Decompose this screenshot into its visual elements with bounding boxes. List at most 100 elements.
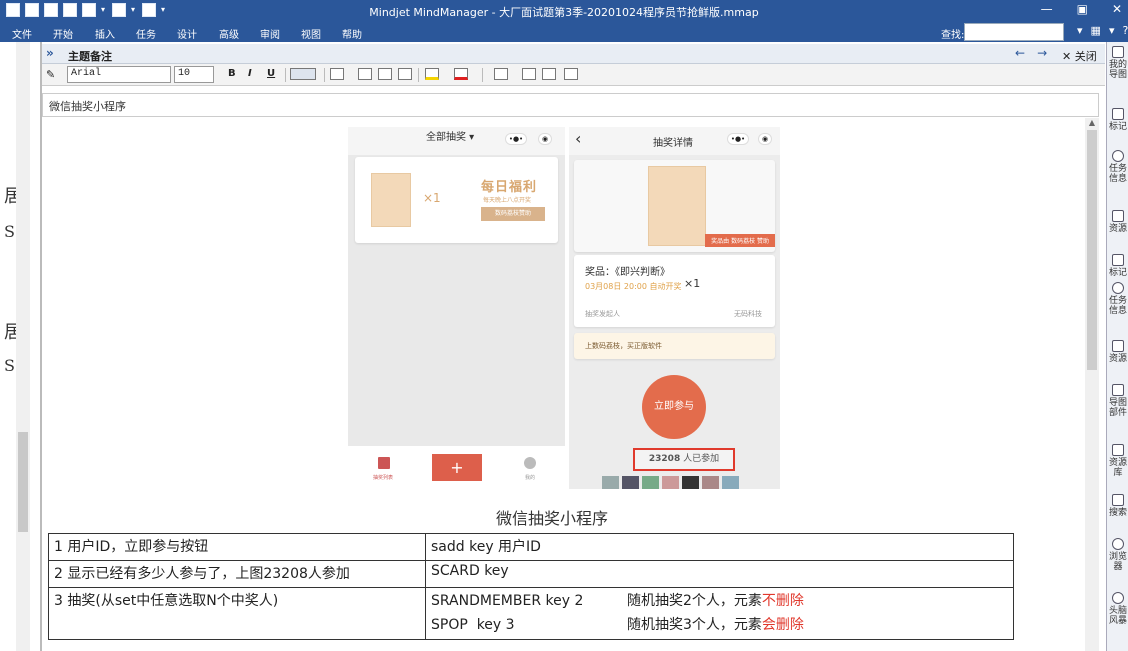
sidebar-item-brainstorm[interactable]: 头脑风暴 <box>1109 592 1127 626</box>
ad-text: 上数码荔枝，买正版软件 <box>585 342 662 350</box>
tab-view[interactable]: 视图 <box>301 26 321 41</box>
bold-button[interactable]: B <box>228 68 236 79</box>
format-painter-icon[interactable]: ✎ <box>46 68 60 81</box>
search-options-icon[interactable]: ▾ <box>1077 24 1083 37</box>
command-text: SPOP key 3 <box>431 617 515 633</box>
command-line: SRANDMEMBER key 2 随机抽奖2个人，元素不删除 <box>431 590 1008 610</box>
underline-button[interactable]: U <box>267 68 275 79</box>
list-tab-label: 抽奖列表 <box>373 475 394 481</box>
sidebar-item-my-maps[interactable]: 我的导图 <box>1109 46 1127 80</box>
add-lottery-button: + <box>432 454 482 481</box>
font-color-icon[interactable] <box>454 68 468 80</box>
target-icon: ◉ <box>538 133 552 145</box>
notes-scrollbar[interactable]: ▲ <box>1085 118 1099 651</box>
sidebar-item-resources-2[interactable]: 资源 <box>1109 340 1127 364</box>
prize-info-card: 奖品：《即兴判断》 ×1 03月08日 20:00 自动开奖 抽奖发起人 无码科… <box>574 255 775 327</box>
table-cell[interactable]: sadd key 用户ID <box>425 533 1014 561</box>
person-icon <box>1112 210 1124 222</box>
map-scrollbar-thumb[interactable] <box>18 432 28 532</box>
layout-icon[interactable]: ▦ <box>1091 24 1101 37</box>
table-row: 1 用户ID，立即参与按钮 sadd key 用户ID <box>48 533 1014 561</box>
sidebar-item-library[interactable]: 资源库 <box>1109 444 1127 478</box>
sidebar-label: 资源 <box>1109 354 1128 364</box>
search-input[interactable] <box>964 23 1064 41</box>
sidebar-item-task-info-2[interactable]: 任务信息 <box>1109 282 1127 316</box>
scroll-up-icon[interactable]: ▲ <box>1085 118 1099 130</box>
italic-button[interactable]: I <box>248 68 252 79</box>
numbered-list-icon[interactable] <box>330 68 344 80</box>
font-family-select[interactable]: Arial <box>67 66 171 83</box>
table-cell[interactable]: 1 用户ID，立即参与按钮 <box>48 533 426 561</box>
collapse-pane-icon[interactable]: » <box>46 46 54 60</box>
notes-scrollbar-thumb[interactable] <box>1087 130 1097 370</box>
tab-review[interactable]: 审阅 <box>260 26 280 41</box>
map-topic-fragment[interactable]: S <box>4 356 15 375</box>
sidebar-item-markers[interactable]: 标记 <box>1109 108 1127 132</box>
task-pane-sidebar: 我的导图 标记 任务信息 资源 标记 任务信息 资源 导图部件 资源库 搜索 浏… <box>1106 42 1128 651</box>
insert-image-icon[interactable] <box>542 68 556 80</box>
sidebar-item-map-parts[interactable]: 导图部件 <box>1109 384 1127 418</box>
table-cell[interactable]: SRANDMEMBER key 2 随机抽奖2个人，元素不删除 SPOP key … <box>425 587 1014 640</box>
tab-help[interactable]: 帮助 <box>342 26 362 41</box>
join-now-button: 立即参与 <box>642 375 706 439</box>
align-center-icon[interactable] <box>290 68 316 80</box>
insert-table-icon[interactable] <box>494 68 508 80</box>
browser-icon <box>1112 538 1124 550</box>
next-topic-icon[interactable]: → <box>1037 46 1047 60</box>
card-subtitle: 每天晚上八点开奖 <box>483 197 532 204</box>
avatar <box>722 476 739 489</box>
insert-link-icon[interactable] <box>522 68 536 80</box>
map-topic-fragment[interactable]: S <box>4 222 15 241</box>
participants-count: 23208 <box>648 454 681 464</box>
sidebar-item-resources[interactable]: 资源 <box>1109 210 1127 234</box>
minimize-button[interactable]: — <box>1041 2 1053 16</box>
daily-prize-card: ×1 每日福利 每天晚上八点开奖 数码荔枝赞助 <box>355 157 558 243</box>
tab-advanced[interactable]: 高级 <box>219 26 239 41</box>
table-cell[interactable]: 2 显示已经有多少人参与了，上图23208人参加 <box>48 560 426 588</box>
sidebar-label: 资源库 <box>1109 458 1128 478</box>
sidebar-label: 头脑风暴 <box>1109 606 1128 626</box>
close-pane-label: 关闭 <box>1074 50 1097 63</box>
restore-button[interactable]: ▣ <box>1077 2 1088 16</box>
table-cell[interactable]: SCARD key <box>425 560 1014 588</box>
tab-home[interactable]: 开始 <box>53 26 73 41</box>
notes-pane-title: 主题备注 <box>68 50 112 63</box>
sidebar-label: 任务信息 <box>1109 296 1128 316</box>
font-size-select[interactable]: 10 <box>174 66 214 83</box>
map-scrollbar[interactable] <box>16 42 30 651</box>
figure-caption: 微信抽奖小程序 <box>496 509 609 528</box>
close-window-button[interactable]: ✕ <box>1112 2 1122 16</box>
help-icon[interactable]: ? <box>1122 24 1128 37</box>
increase-indent-icon[interactable] <box>398 68 412 80</box>
toolbar-divider <box>324 68 325 82</box>
close-pane-button[interactable]: ✕ 关闭 <box>1062 48 1097 64</box>
check-spelling-icon[interactable] <box>564 68 578 80</box>
decrease-indent-icon[interactable] <box>378 68 392 80</box>
sidebar-item-search[interactable]: 搜索 <box>1109 494 1127 518</box>
sidebar-label: 标记 <box>1109 268 1128 278</box>
back-icon: ‹ <box>575 129 582 148</box>
sidebar-item-markers-2[interactable]: 标记 <box>1109 254 1127 278</box>
tab-task[interactable]: 任务 <box>136 26 156 41</box>
table-row: 2 显示已经有多少人参与了，上图23208人参加 SCARD key <box>48 560 1014 588</box>
command-text: SRANDMEMBER key 2 <box>431 593 584 609</box>
detail-title: 抽奖详情 <box>653 138 693 149</box>
phone-tab-bar: 抽奖列表 + 我的 <box>348 446 565 489</box>
topic-title: 微信抽奖小程序 <box>49 100 126 113</box>
sidebar-item-browser[interactable]: 浏览器 <box>1109 538 1127 572</box>
tab-design[interactable]: 设计 <box>177 26 197 41</box>
highlight-color-icon[interactable] <box>425 68 439 80</box>
layout-dropdown-icon[interactable]: ▾ <box>1109 24 1115 37</box>
bullet-list-icon[interactable] <box>358 68 372 80</box>
sidebar-item-task-info[interactable]: 任务信息 <box>1109 150 1127 184</box>
tab-insert[interactable]: 插入 <box>95 26 115 41</box>
prize-name: 奖品：《即兴判断》 <box>585 267 670 278</box>
prize-book-image <box>371 173 411 227</box>
previous-topic-icon[interactable]: ← <box>1015 46 1025 60</box>
notes-pane-header: » 主题备注 ← → ✕ 关闭 <box>42 44 1105 64</box>
clock-icon <box>1112 150 1124 162</box>
tab-file[interactable]: 文件 <box>12 26 32 41</box>
sidebar-label: 我的导图 <box>1109 60 1128 80</box>
title-bar: ▾ ▾ ▾ Mindjet MindManager - 大厂面试题第3季-202… <box>0 0 1128 22</box>
table-cell[interactable]: 3 抽奖(从set中任意选取N个中奖人) <box>48 587 426 640</box>
